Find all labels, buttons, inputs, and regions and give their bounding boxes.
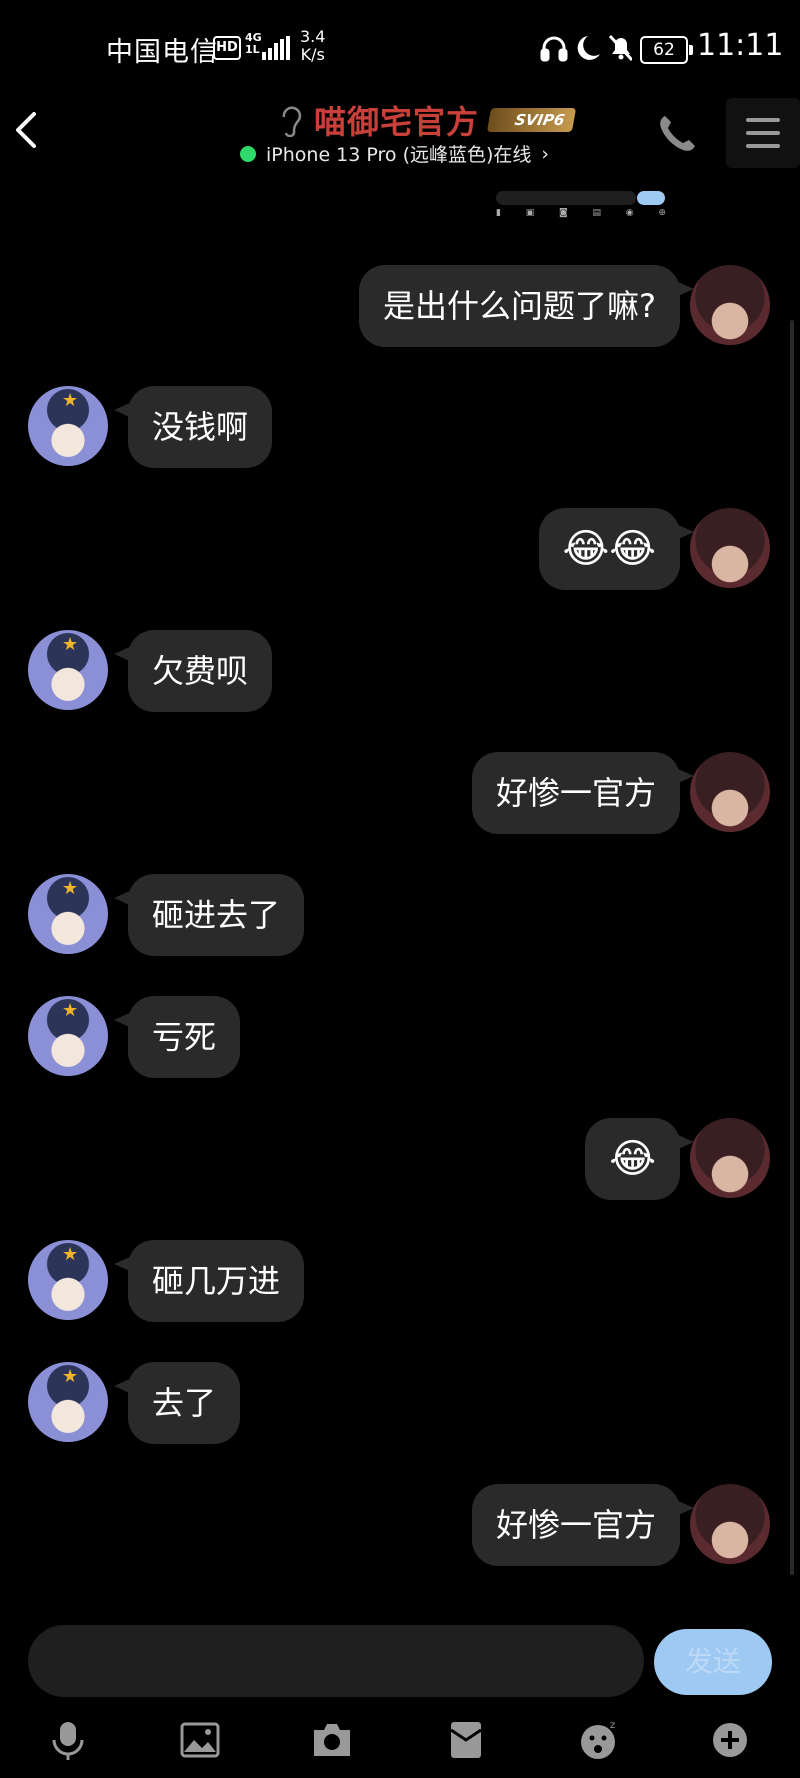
sticker-icon[interactable]: z [576,1718,620,1762]
mini-toolbar-icons: ▮ ▣ ◙ ▤ ◉ ⊕ [496,208,666,218]
red-packet-icon[interactable] [444,1718,488,1762]
network-type: 4G 1L [245,32,262,56]
phone-call-icon[interactable] [655,110,701,156]
message-incoming[interactable]: 砸进去了 [113,874,305,956]
contact-avatar[interactable] [28,996,108,1076]
message-bubble[interactable]: 没钱啊 [113,386,273,468]
my-avatar[interactable] [690,1484,770,1564]
message-bubble[interactable]: 好惨一官方 [471,752,695,834]
contact-avatar[interactable] [28,874,108,954]
svg-text:z: z [610,1720,615,1731]
message-incoming[interactable]: 欠费呗 [113,630,273,712]
carrier-label: 中国电信 [106,37,218,68]
message-bubble[interactable]: 😂😂 [538,508,695,590]
signal-icon [262,36,290,60]
online-status[interactable]: iPhone 13 Pro (远峰蓝色)在线 › [240,140,549,167]
my-avatar[interactable] [690,508,770,588]
message-incoming[interactable]: 砸几万进 [113,1240,305,1322]
contact-avatar[interactable] [28,386,108,466]
message-outgoing[interactable]: 😂 [585,1118,694,1200]
ear-icon [282,106,302,137]
message-bubble[interactable]: 亏死 [113,996,241,1078]
message-outgoing[interactable]: 好惨一官方 [471,752,695,834]
message-outgoing[interactable]: 好惨一官方 [471,1484,695,1566]
back-icon[interactable] [8,108,44,152]
message-incoming[interactable]: 亏死 [113,996,241,1078]
status-icons [540,34,632,62]
scroll-indicator-thumb [637,191,665,205]
chevron-right-icon: › [541,142,550,165]
image-mini-icon: ▣ [525,208,535,218]
my-avatar[interactable] [690,265,770,345]
network-bottom: 1L [245,43,260,56]
clock: 11:11 [697,28,784,63]
contact-avatar[interactable] [28,1240,108,1320]
chat-toolbar: z [0,1712,800,1768]
message-bubble[interactable]: 欠费呗 [113,630,273,712]
message-outgoing[interactable]: 😂😂 [538,508,695,590]
message-bubble[interactable]: 去了 [113,1362,241,1444]
hd-icon: HD [213,36,241,60]
battery-indicator: 62 [640,36,693,64]
sticker-mini-icon: ◉ [625,208,634,218]
camera-icon[interactable] [310,1718,354,1762]
online-dot-icon [240,145,256,162]
headphones-icon [540,36,568,62]
message-outgoing[interactable]: 是出什么问题了嘛? [359,265,694,347]
microphone-icon[interactable] [46,1718,90,1762]
image-icon[interactable] [178,1718,222,1762]
network-speed: 3.4 K/s [300,28,325,64]
chat-title-group[interactable]: 喵御宅官方 SVIP6 [278,98,577,142]
status-bar: 中国电信 HD 4G 1L 3.4 K/s 62 11:11 [0,0,800,92]
device-status-text: iPhone 13 Pro (远峰蓝色)在线 [266,144,532,166]
message-incoming[interactable]: 没钱啊 [113,386,273,468]
moon-icon [577,36,600,60]
message-bubble[interactable]: 砸进去了 [113,874,305,956]
svip-badge: SVIP6 [486,108,577,132]
scrollbar[interactable] [790,320,794,1575]
gift-mini-icon: ▤ [592,208,602,218]
speed-unit: K/s [300,45,325,64]
send-button[interactable]: 发送 [654,1629,772,1695]
my-avatar[interactable] [690,1118,770,1198]
chat-title: 喵御宅官方 [314,103,480,141]
message-input[interactable] [28,1625,644,1697]
message-bubble[interactable]: 😂 [585,1118,694,1200]
menu-button[interactable] [726,98,800,168]
plus-icon[interactable] [708,1718,752,1762]
message-bubble[interactable]: 砸几万进 [113,1240,305,1322]
speed-value: 3.4 [300,27,326,46]
mute-bell-icon [608,34,632,62]
chat-header: 喵御宅官方 SVIP6 iPhone 13 Pro (远峰蓝色)在线 › [0,92,800,184]
message-bubble[interactable]: 好惨一官方 [471,1484,695,1566]
contact-avatar[interactable] [28,630,108,710]
message-incoming[interactable]: 去了 [113,1362,241,1444]
scroll-indicator-track [496,191,636,205]
mic-mini-icon: ▮ [496,208,501,218]
camera-mini-icon: ◙ [559,208,568,218]
plus-mini-icon: ⊕ [658,208,666,218]
message-bubble[interactable]: 是出什么问题了嘛? [359,265,694,347]
my-avatar[interactable] [690,752,770,832]
contact-avatar[interactable] [28,1362,108,1442]
